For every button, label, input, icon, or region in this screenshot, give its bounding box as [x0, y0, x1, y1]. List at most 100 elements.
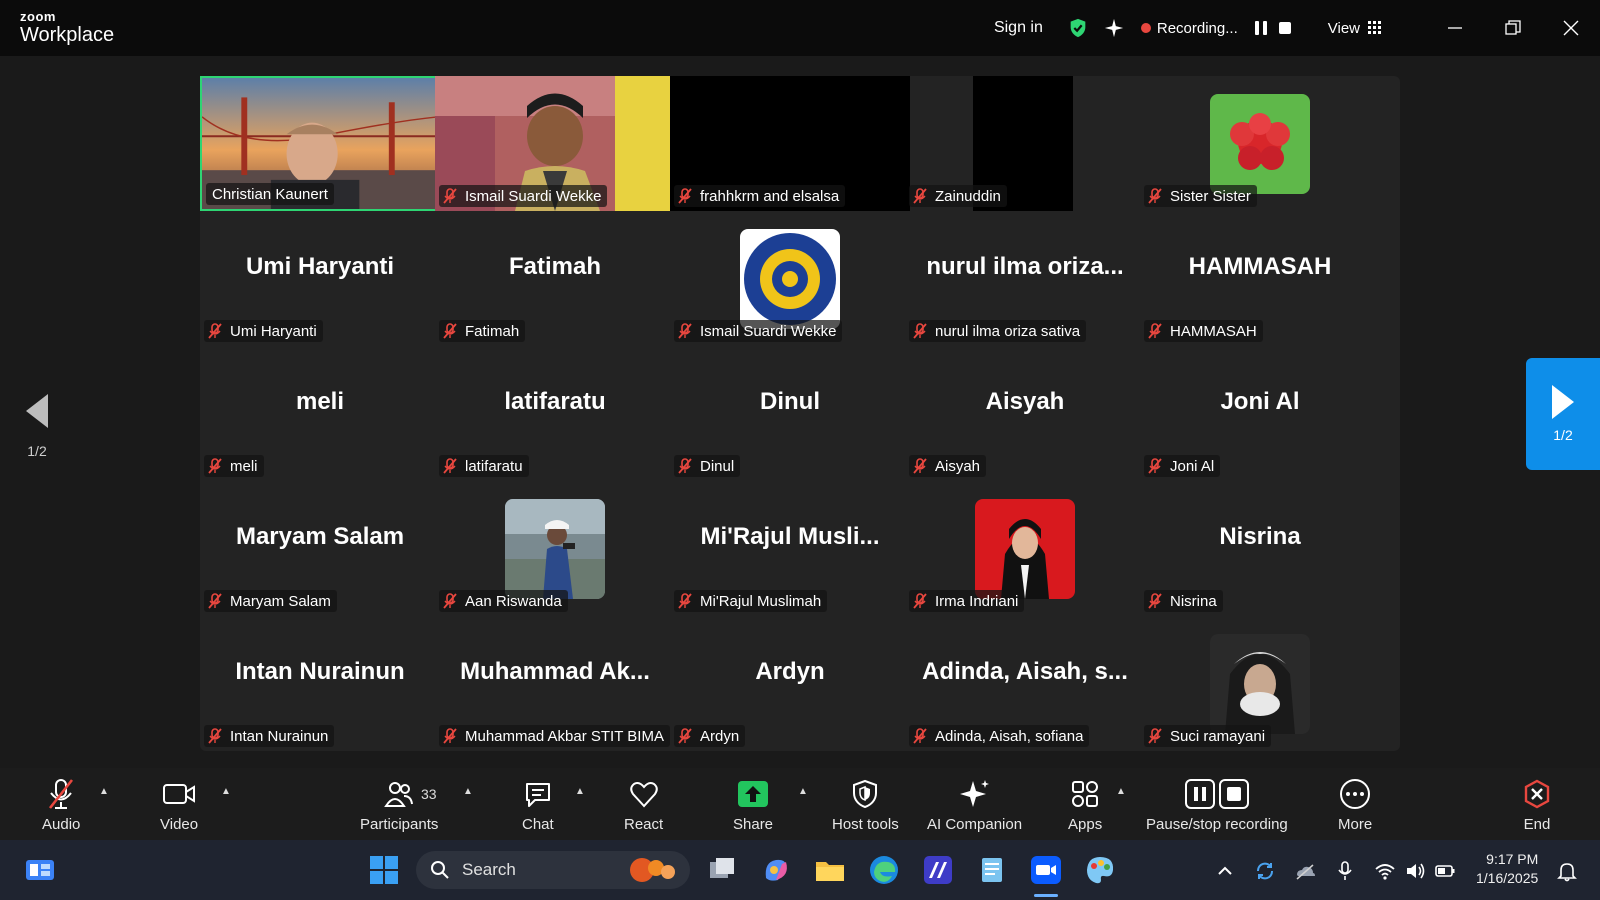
search-highlight-icon	[630, 858, 675, 882]
recording-indicator: Recording...	[1140, 19, 1294, 37]
participant-name-label: Joni Al	[1144, 455, 1221, 477]
minimize-icon	[1448, 27, 1462, 29]
video-tile[interactable]: Zainuddin	[905, 76, 1145, 211]
video-tile[interactable]: Ismail Suardi Wekke	[435, 76, 675, 211]
muted-mic-icon	[208, 458, 222, 474]
video-options-chevron-icon[interactable]: ▲	[221, 786, 231, 797]
notepad-icon[interactable]	[976, 854, 1008, 886]
pause-stop-recording-button[interactable]: Pause/stop recording	[1146, 778, 1288, 833]
participant-name-label: nurul ilma oriza sativa	[909, 320, 1087, 342]
file-explorer-icon[interactable]	[814, 854, 846, 886]
taskbar-search-box[interactable]: Search	[416, 851, 690, 889]
audio-options-chevron-icon[interactable]: ▲	[99, 786, 109, 797]
muted-mic-icon	[913, 188, 927, 204]
end-meeting-button[interactable]: End	[1522, 778, 1552, 833]
video-tile[interactable]: Ardyn Ardyn	[670, 616, 910, 751]
previous-page-button[interactable]: 1/2	[22, 394, 52, 459]
video-tile[interactable]: Intan Nurainun Intan Nurainun	[200, 616, 440, 751]
paint-icon[interactable]	[1084, 854, 1116, 886]
close-button[interactable]	[1542, 0, 1600, 56]
video-tile[interactable]: Christian Kaunert	[200, 76, 440, 211]
audio-button[interactable]: Audio	[42, 778, 80, 833]
chat-options-chevron-icon[interactable]: ▲	[575, 786, 585, 797]
next-page-button[interactable]: 1/2	[1526, 358, 1600, 470]
view-button[interactable]: View	[1328, 20, 1382, 37]
video-tile[interactable]: Nisrina Nisrina	[1140, 481, 1380, 616]
participants-options-chevron-icon[interactable]: ▲	[463, 786, 473, 797]
muted-mic-icon	[443, 323, 457, 339]
muted-mic-icon	[443, 188, 457, 204]
participant-name: Intan Nurainun	[230, 727, 329, 745]
chevron-left-icon	[26, 394, 48, 428]
muted-mic-icon	[913, 323, 927, 339]
muted-mic-icon	[208, 728, 222, 744]
microphone-icon[interactable]	[1334, 860, 1356, 882]
video-tile[interactable]: Aisyah Aisyah	[905, 346, 1145, 481]
apps-options-chevron-icon[interactable]: ▲	[1116, 786, 1126, 797]
apps-button[interactable]: Apps	[1068, 778, 1102, 833]
video-tile[interactable]: Umi Haryanti Umi Haryanti	[200, 211, 440, 346]
participant-display-name: Joni Al	[1220, 388, 1300, 415]
notification-bell-icon[interactable]	[1556, 860, 1578, 882]
onedrive-icon[interactable]	[1294, 860, 1316, 882]
video-tile[interactable]: Dinul Dinul	[670, 346, 910, 481]
participant-name: Nisrina	[1170, 592, 1217, 610]
widgets-icon[interactable]	[24, 854, 56, 886]
heart-icon	[629, 782, 658, 808]
video-tile[interactable]: Suci ramayani	[1140, 616, 1380, 751]
zoom-app-icon[interactable]	[1030, 854, 1062, 886]
ai-companion-button[interactable]: AI Companion	[927, 778, 1022, 833]
video-tile[interactable]: nurul ilma oriza... nurul ilma oriza sat…	[905, 211, 1145, 346]
host-tools-button[interactable]: Host tools	[832, 778, 899, 833]
participant-display-name: nurul ilma oriza...	[926, 253, 1124, 280]
volume-icon[interactable]	[1404, 860, 1426, 882]
battery-icon[interactable]	[1434, 860, 1456, 882]
video-tile[interactable]: Mi'Rajul Musli... Mi'Rajul Muslimah	[670, 481, 910, 616]
app-icon[interactable]	[922, 854, 954, 886]
muted-mic-icon	[443, 728, 457, 744]
task-view-icon[interactable]	[706, 854, 738, 886]
show-hidden-icons-chevron-icon[interactable]	[1214, 860, 1236, 882]
search-label: Search	[462, 860, 516, 879]
share-options-chevron-icon[interactable]: ▲	[798, 786, 808, 797]
video-tile[interactable]: Joni Al Joni Al	[1140, 346, 1380, 481]
video-tile[interactable]: Sister Sister	[1140, 76, 1380, 211]
video-tile[interactable]: latifaratu latifaratu	[435, 346, 675, 481]
video-tile[interactable]: Ismail Suardi Wekke	[670, 211, 910, 346]
share-button[interactable]: Share	[733, 778, 773, 833]
edge-browser-icon[interactable]	[868, 854, 900, 886]
participant-name-label: Umi Haryanti	[204, 320, 323, 342]
video-tile[interactable]: Maryam Salam Maryam Salam	[200, 481, 440, 616]
participant-name: Ismail Suardi Wekke	[700, 322, 837, 340]
windows-start-icon[interactable]	[368, 854, 400, 886]
copilot-icon[interactable]	[760, 854, 792, 886]
video-button[interactable]: Video	[160, 778, 198, 833]
video-tile[interactable]: meli meli	[200, 346, 440, 481]
system-clock[interactable]: 9:17 PM 1/16/2025	[1476, 850, 1538, 888]
wifi-icon[interactable]	[1374, 860, 1396, 882]
chat-button[interactable]: Chat	[522, 778, 554, 833]
participant-name: Suci ramayani	[1170, 727, 1266, 745]
video-tile[interactable]: Muhammad Ak... Muhammad Akbar STIT BIMA	[435, 616, 675, 751]
video-tile[interactable]: frahhkrm and elsalsa	[670, 76, 910, 211]
video-tile[interactable]: Fatimah Fatimah	[435, 211, 675, 346]
minimize-button[interactable]	[1426, 0, 1484, 56]
view-label: View	[1327, 19, 1360, 37]
video-tile[interactable]: Irma Indriani	[905, 481, 1145, 616]
sync-icon[interactable]	[1254, 860, 1276, 882]
ai-sparkle-icon[interactable]	[1103, 17, 1125, 39]
stop-recording-icon[interactable]	[1276, 19, 1294, 37]
restore-button[interactable]	[1484, 0, 1542, 56]
react-button[interactable]: React	[624, 778, 663, 833]
pause-recording-icon[interactable]	[1252, 19, 1270, 37]
participant-name-label: Irma Indriani	[909, 590, 1025, 612]
sign-in-link[interactable]: Sign in	[994, 19, 1043, 37]
security-shield-icon[interactable]	[1067, 17, 1089, 39]
end-label: End	[1523, 816, 1551, 833]
more-button[interactable]: More	[1338, 778, 1372, 833]
participant-name-label: Nisrina	[1144, 590, 1223, 612]
participant-name-label: Maryam Salam	[204, 590, 337, 612]
video-tile[interactable]: Adinda, Aisah, s... Adinda, Aisah, sofia…	[905, 616, 1145, 751]
video-tile[interactable]: Aan Riswanda	[435, 481, 675, 616]
video-tile[interactable]: HAMMASAH HAMMASAH	[1140, 211, 1380, 346]
